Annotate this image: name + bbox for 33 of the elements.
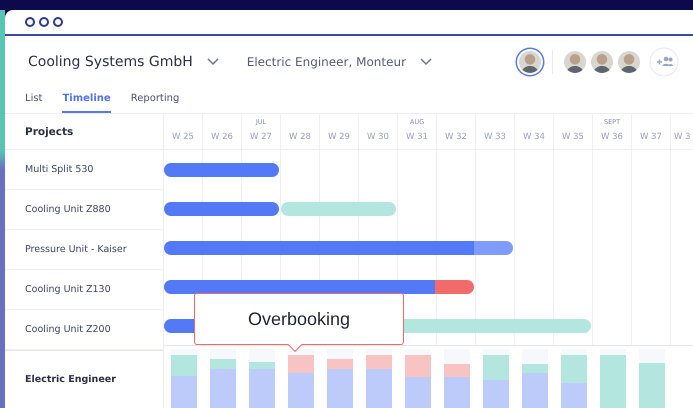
chevron-down-icon[interactable] bbox=[206, 58, 219, 66]
avatar[interactable] bbox=[618, 51, 640, 73]
week-label: W 27 bbox=[250, 132, 272, 142]
view-tab[interactable]: List bbox=[25, 88, 42, 113]
avatar[interactable] bbox=[591, 51, 613, 73]
week-label: W 37 bbox=[640, 132, 662, 142]
week-label: W 26 bbox=[211, 132, 233, 142]
view-tab[interactable]: Reporting bbox=[130, 88, 180, 113]
project-name[interactable]: Cooling Unit Z200 bbox=[25, 324, 111, 335]
view-tab[interactable]: Timeline bbox=[62, 88, 111, 113]
week-label: W 25 bbox=[172, 132, 194, 142]
week-label: W 28 bbox=[289, 132, 311, 142]
overbooking-tooltip: Overbooking bbox=[194, 293, 404, 345]
avatar[interactable] bbox=[519, 51, 541, 73]
chevron-down-icon[interactable] bbox=[420, 58, 432, 66]
week-label: W 32 bbox=[445, 132, 467, 142]
role-name: Electric Engineer bbox=[25, 374, 116, 385]
column-heading: Projects bbox=[25, 126, 74, 138]
project-name[interactable]: Cooling Unit Z880 bbox=[25, 204, 111, 215]
week-label: W 3 bbox=[674, 132, 691, 142]
week-label: W 29 bbox=[328, 132, 350, 142]
project-name[interactable]: Pressure Unit - Kaiser bbox=[25, 244, 127, 255]
week-label: W 31 bbox=[406, 132, 428, 142]
company-name: Cooling Systems GmbH bbox=[28, 54, 193, 70]
week-label: W 34 bbox=[523, 132, 545, 142]
week-label: W 33 bbox=[484, 132, 506, 142]
avatar[interactable] bbox=[564, 51, 586, 73]
project-name[interactable]: Cooling Unit Z130 bbox=[25, 284, 111, 295]
role-filter: Electric Engineer, Monteur bbox=[246, 55, 406, 69]
week-label: W 36 bbox=[601, 132, 623, 142]
week-label: W 35 bbox=[562, 132, 584, 142]
project-name[interactable]: Multi Split 530 bbox=[25, 164, 94, 175]
week-label: W 30 bbox=[367, 132, 389, 142]
